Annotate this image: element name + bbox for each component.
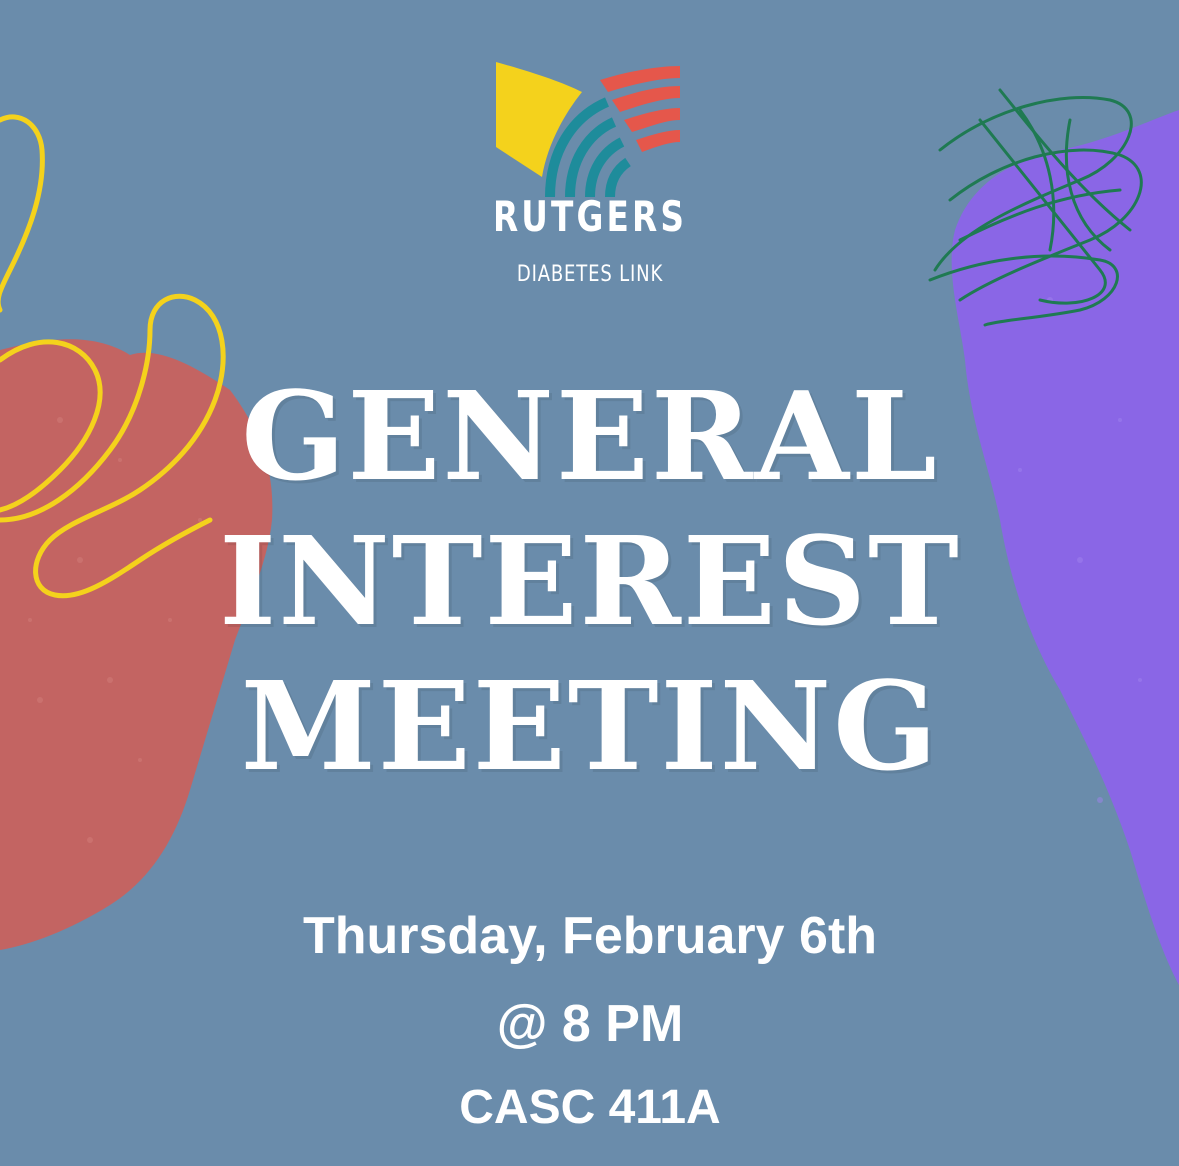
logo-red-stripes bbox=[600, 66, 680, 152]
event-date: Thursday, February 6th bbox=[302, 907, 878, 965]
logo-yellow-wedge bbox=[496, 62, 582, 177]
event-location: CASC 411A bbox=[459, 1081, 721, 1134]
flyer-canvas: RUTGERS DIABETES LINK GENERAL INTEREST M… bbox=[0, 0, 1179, 1166]
event-time: @ 8 PM bbox=[496, 995, 684, 1053]
org-name: RUTGERS bbox=[492, 192, 688, 241]
org-subtitle: DIABETES LINK bbox=[516, 262, 664, 287]
headline-line-1: GENERAL bbox=[241, 364, 939, 508]
headline-line-3: MEETING bbox=[240, 654, 940, 798]
headline-line-2: INTEREST bbox=[219, 509, 961, 653]
rutgers-diabetes-link-logo bbox=[496, 62, 680, 198]
